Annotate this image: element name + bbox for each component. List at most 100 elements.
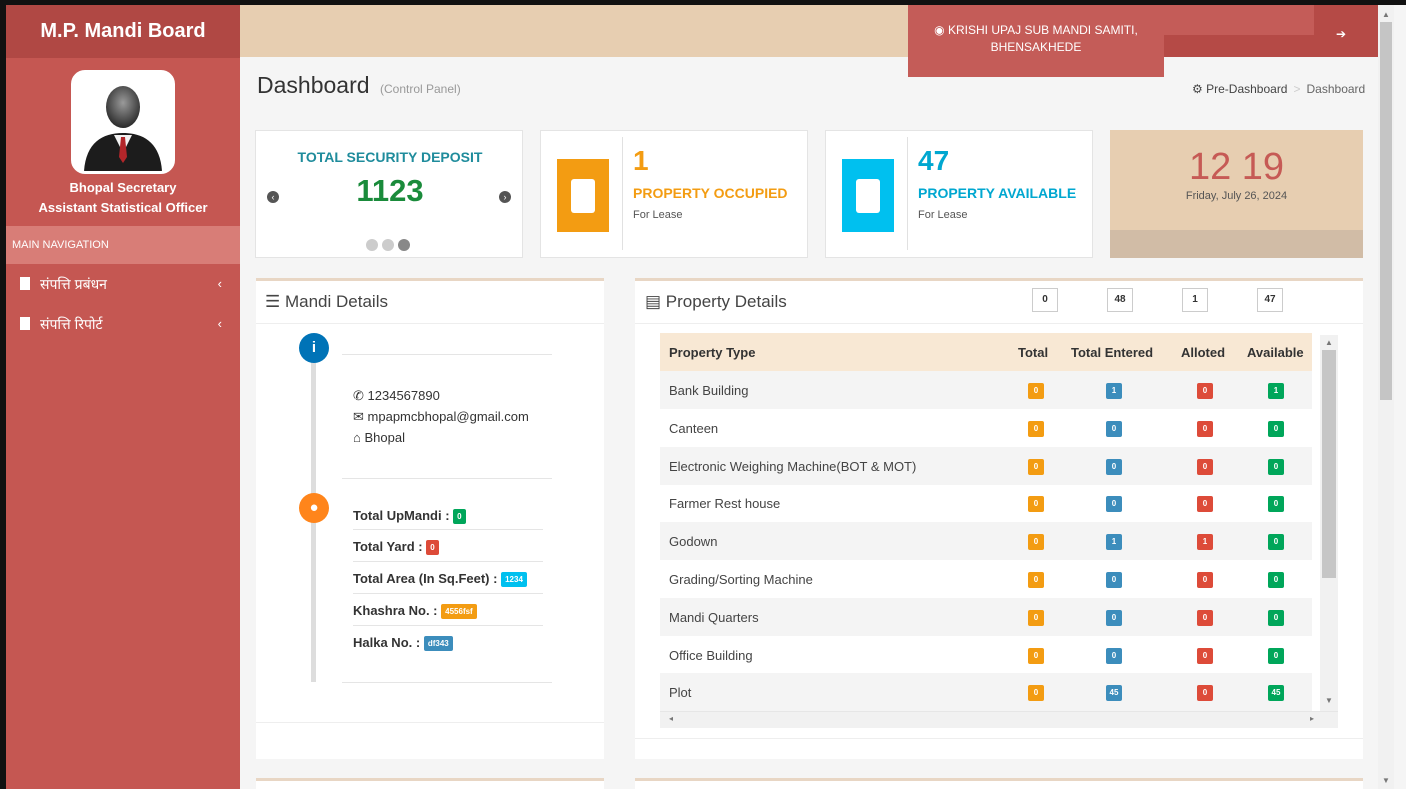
column-header[interactable]: Available [1247, 345, 1304, 360]
property-type-cell: Grading/Sorting Machine [669, 572, 813, 587]
yard-badge: 0 [426, 540, 439, 555]
table-row[interactable]: Mandi Quarters 0 0 0 0 [660, 597, 1312, 636]
sidebar: M.P. Mandi Board Bhopal Secretary Assist… [6, 5, 240, 789]
scroll-down-icon[interactable]: ▼ [1325, 696, 1333, 705]
clock-time: 12 19 [1188, 146, 1285, 188]
logout-icon[interactable]: ➔ [1336, 27, 1346, 41]
table-row[interactable]: Bank Building 0 1 0 1 [660, 371, 1312, 409]
page-title: Dashboard [257, 72, 370, 98]
building-icon [20, 317, 30, 330]
total-count-box: 0 [1032, 288, 1058, 312]
nav-header: MAIN NAVIGATION [6, 226, 240, 264]
column-header[interactable]: Total [1018, 345, 1048, 360]
upmandi-badge: 0 [453, 509, 466, 524]
sidebar-item-label: संपत्ति प्रबंधन [40, 276, 107, 292]
carousel-dot[interactable] [382, 239, 394, 251]
area-badge: 1234 [501, 572, 527, 587]
mandi-details-title: ☰ Mandi Details [265, 292, 388, 312]
total-badge: 0 [1028, 534, 1044, 551]
total-badge: 0 [1028, 420, 1044, 437]
alloted-badge: 0 [1197, 458, 1213, 475]
property-available-box: 47 PROPERTY AVAILABLE For Lease [825, 130, 1093, 258]
occupied-count: 1 [633, 145, 649, 176]
carousel-indicators [366, 238, 414, 256]
total-badge: 0 [1028, 685, 1044, 702]
table-row[interactable]: Office Building 0 0 0 0 [660, 636, 1312, 674]
chevron-left-icon: ‹ [217, 316, 222, 331]
envelope-icon: ✉ [353, 409, 364, 424]
khashra-row: Khashra No. : 4556fsf [353, 603, 477, 619]
entered-count-box: 48 [1107, 288, 1133, 312]
carousel-prev-icon[interactable]: ‹ [267, 191, 279, 203]
alloted-badge: 0 [1197, 420, 1213, 437]
avatar [71, 70, 175, 174]
occupied-sublabel: For Lease [633, 209, 683, 221]
scrollbar-thumb[interactable] [1322, 350, 1336, 578]
property-details-title: ▤ Property Details [645, 292, 787, 312]
property-type-cell: Canteen [669, 420, 719, 436]
security-deposit-title: TOTAL SECURITY DEPOSIT [297, 149, 483, 165]
building-icon [842, 159, 894, 232]
available-badge: 0 [1268, 572, 1284, 588]
mandi-name-line2: BHENSAKHEDE [990, 40, 1082, 54]
table-row[interactable]: Grading/Sorting Machine 0 0 0 0 [660, 560, 1312, 598]
property-details-title-text: Property Details [665, 292, 787, 311]
breadcrumb-home[interactable]: Pre-Dashboard [1206, 82, 1287, 96]
alloted-badge: 0 [1197, 383, 1213, 399]
table-row[interactable]: Godown 0 1 1 0 [660, 522, 1312, 561]
column-header[interactable]: Total Entered [1071, 345, 1153, 360]
scroll-down-icon[interactable]: ▼ [1382, 776, 1390, 785]
entered-badge: 0 [1106, 458, 1122, 475]
brand-logo[interactable]: M.P. Mandi Board [6, 5, 240, 58]
building-icon: ▤ [645, 292, 662, 311]
entered-badge: 0 [1106, 572, 1122, 588]
scroll-right-icon[interactable]: ▸ [1310, 714, 1314, 723]
carousel-next-icon[interactable]: › [499, 191, 511, 203]
clock-date: Friday, July 26, 2024 [1185, 190, 1288, 202]
content-header: Dashboard (Control Panel) [257, 72, 461, 99]
list-icon: ☰ [265, 292, 281, 311]
sidebar-item-property-management[interactable]: संपत्ति प्रबंधन ‹ [6, 264, 240, 304]
breadcrumb-separator: > [1293, 82, 1301, 96]
available-badge: 0 [1268, 496, 1284, 513]
entered-badge: 0 [1106, 420, 1122, 437]
security-deposit-value: 1123 [356, 173, 424, 208]
table-row[interactable]: Plot 0 45 0 45 [660, 673, 1312, 712]
home-icon: ⌂ [353, 430, 361, 445]
top-navbar: ◉ KRISHI UPAJ SUB MANDI SAMITI, BHENSAKH… [240, 5, 1378, 77]
total-badge: 0 [1028, 458, 1044, 475]
phone-icon: ✆ [353, 388, 364, 403]
table-row[interactable]: Canteen 0 0 0 0 [660, 409, 1312, 447]
column-header[interactable]: Property Type [669, 345, 755, 360]
column-header[interactable]: Alloted [1181, 345, 1225, 360]
sidebar-item-property-report[interactable]: संपत्ति रिपोर्ट ‹ [6, 304, 240, 344]
scrollbar-thumb[interactable] [1380, 22, 1392, 400]
table-row[interactable]: Electronic Weighing Machine(BOT & MOT) 0 0… [660, 446, 1312, 485]
scroll-up-icon[interactable]: ▲ [1382, 10, 1390, 19]
scroll-up-icon[interactable]: ▲ [1325, 338, 1333, 347]
scroll-left-icon[interactable]: ◂ [669, 714, 673, 723]
sidebar-item-label: संपत्ति रिपोर्ट [40, 316, 103, 332]
chevron-left-icon: ‹ [217, 276, 222, 291]
available-badge: 0 [1268, 647, 1284, 664]
alloted-badge: 0 [1197, 609, 1213, 626]
clock-widget: 12 19 Friday, July 26, 2024 [1110, 130, 1363, 258]
property-type-cell: Farmer Rest house [669, 496, 781, 512]
carousel-dot[interactable] [398, 239, 410, 251]
property-type-cell: Electronic Weighing Machine(BOT & MOT) [669, 458, 917, 474]
carousel-dot[interactable] [366, 239, 378, 251]
security-deposit-box: TOTAL SECURITY DEPOSIT 1123 ‹ › [255, 130, 523, 258]
table-header: Property Type Total Total Entered Allote… [660, 333, 1312, 371]
available-count-box: 47 [1257, 288, 1283, 312]
mandi-selector[interactable]: ◉ KRISHI UPAJ SUB MANDI SAMITI, BHENSAKH… [908, 5, 1164, 77]
alloted-badge: 0 [1197, 572, 1213, 588]
alloted-count-box: 1 [1182, 288, 1208, 312]
available-label: PROPERTY AVAILABLE [918, 185, 1077, 201]
available-count: 47 [918, 145, 950, 176]
table-row[interactable]: Farmer Rest house 0 0 0 0 [660, 484, 1312, 522]
property-type-cell: Bank Building [669, 383, 749, 398]
contact-city: ⌂ Bhopal [353, 430, 405, 445]
alloted-badge: 0 [1197, 496, 1213, 513]
table-horizontal-scrollbar[interactable] [660, 711, 1338, 728]
breadcrumb: ⚙ Pre-Dashboard > Dashboard [1192, 82, 1365, 96]
